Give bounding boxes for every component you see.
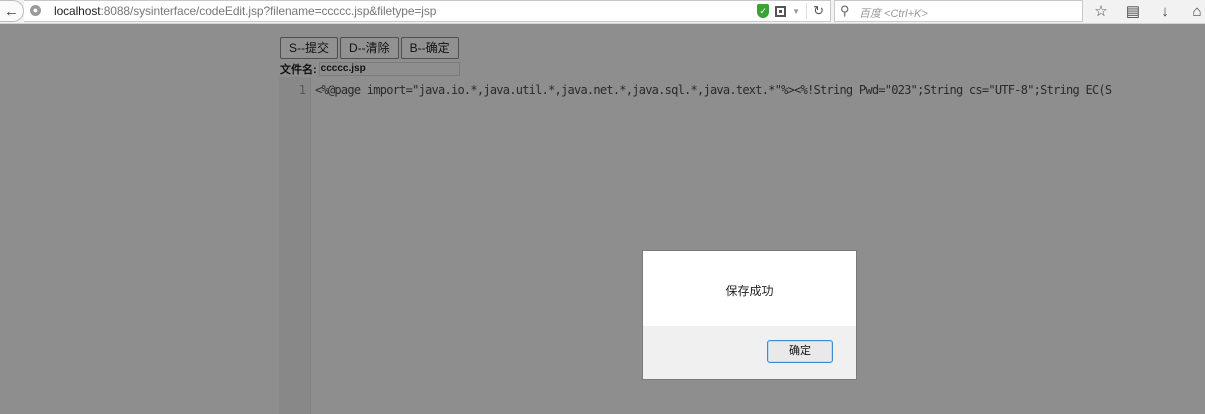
filename-field[interactable]: ccccc.jsp — [318, 62, 460, 76]
line-number: 1 — [298, 83, 306, 97]
back-icon[interactable]: ← — [0, 0, 24, 22]
dropdown-icon[interactable]: ▼ — [792, 7, 800, 16]
submit-button[interactable]: S--提交 — [280, 37, 338, 59]
search-input[interactable]: 百度 <Ctrl+K> — [859, 5, 928, 21]
filename-label: 文件名: — [280, 64, 317, 76]
shield-icon[interactable]: ✓ — [757, 4, 770, 18]
divider — [806, 3, 808, 19]
action-buttons: S--提交 D--清除 B--确定 — [280, 37, 459, 59]
filename-row: 文件名: ccccc.jsp — [280, 62, 460, 76]
search-icon[interactable]: ⚲ — [840, 3, 850, 19]
home-icon[interactable]: ⌂ — [1188, 3, 1205, 20]
dialog-footer: 确定 — [643, 326, 856, 379]
url-host: localhost — [54, 4, 101, 18]
globe-icon: ● — [30, 5, 41, 16]
address-bar-icons: ✓ ▼ ↻ — [757, 3, 824, 19]
reading-list-icon[interactable]: ▤ — [1124, 2, 1142, 20]
reload-icon[interactable]: ↻ — [813, 3, 824, 19]
dialog-message: 保存成功 — [725, 284, 774, 298]
star-icon[interactable]: ☆ — [1092, 2, 1110, 20]
url-text[interactable]: localhost:8088/sysinterface/codeEdit.jsp… — [54, 4, 436, 18]
save-success-dialog: 保存成功 确定 — [642, 250, 857, 380]
search-bar[interactable]: ⚲ 百度 <Ctrl+K> — [834, 0, 1083, 22]
line-gutter: 1 — [279, 77, 311, 414]
address-bar[interactable]: ● localhost:8088/sysinterface/codeEdit.j… — [24, 0, 831, 22]
download-icon[interactable]: ↓ — [1156, 3, 1174, 20]
code-line[interactable]: <%@page import="java.io.*,java.util.*,ja… — [315, 83, 1112, 97]
toolbar-right-icons: ☆ ▤ ↓ ⌂ — [1092, 0, 1205, 22]
confirm-button[interactable]: B--确定 — [400, 37, 459, 59]
qr-icon[interactable] — [775, 5, 787, 17]
url-path: :8088/sysinterface/codeEdit.jsp?filename… — [100, 4, 437, 18]
clear-button[interactable]: D--清除 — [340, 37, 399, 59]
page-overlay: S--提交 D--清除 B--确定 文件名: ccccc.jsp 1 <%@pa… — [0, 24, 1205, 414]
browser-toolbar: ← ● localhost:8088/sysinterface/codeEdit… — [0, 0, 1205, 24]
ok-button[interactable]: 确定 — [767, 340, 833, 363]
